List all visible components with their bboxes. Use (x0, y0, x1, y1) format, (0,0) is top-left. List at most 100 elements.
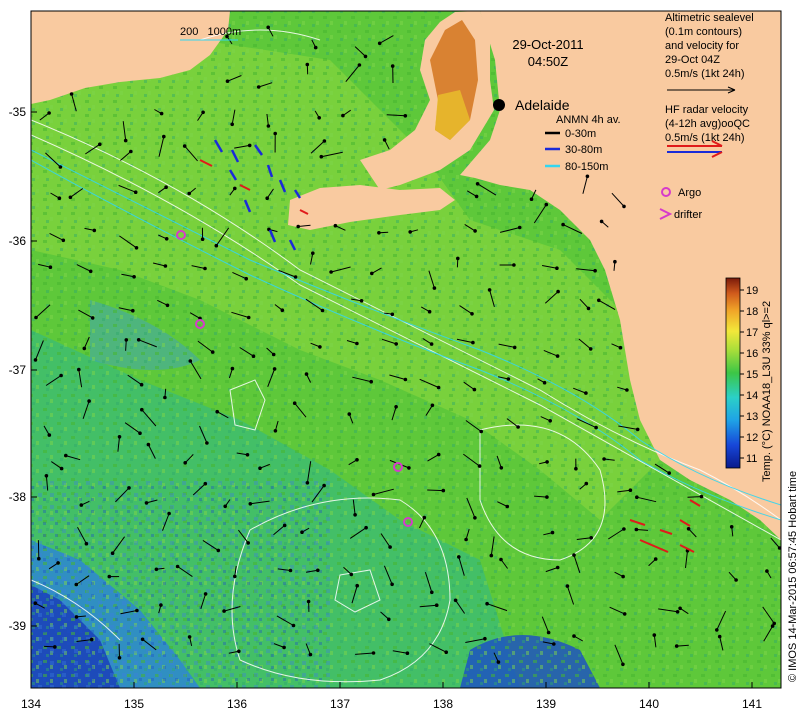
velocity-arrow-head (140, 383, 144, 387)
anmn-item-1: 30-80m (565, 144, 602, 156)
velocity-arrow-head (718, 635, 722, 639)
velocity-arrow-head (476, 182, 480, 186)
velocity-arrow-head (593, 269, 597, 273)
velocity-arrow-head (587, 307, 591, 311)
velocity-arrow-head (69, 196, 73, 200)
x-tick-label: 135 (124, 697, 144, 711)
velocity-arrow-head (364, 55, 368, 59)
velocity-arrow-head (404, 114, 408, 118)
velocity-arrow-head (249, 502, 253, 506)
velocity-arrow-head (62, 239, 66, 243)
velocity-arrow-head (485, 602, 489, 606)
velocity-arrow-head (138, 431, 142, 435)
sst-map-svg: 134135136137138139140141 -35-36-37-38-39… (0, 0, 800, 720)
velocity-arrow-head (309, 653, 313, 657)
velocity-arrow-head (635, 528, 639, 532)
copyright-footer: © IMOS 14-Mar-2015 06:57:45 Hobart time (787, 471, 799, 682)
velocity-arrow-head (364, 526, 368, 530)
velocity-arrow-head (176, 565, 180, 569)
y-tick-label: -37 (9, 363, 27, 377)
hf-line-3: 0.5m/s (1kt 24h) (665, 132, 744, 144)
velocity-arrow-head (600, 220, 604, 224)
velocity-arrow-head (145, 501, 149, 505)
velocity-arrow-head (217, 549, 221, 553)
velocity-arrow-head (167, 512, 171, 516)
velocity-arrow-head (667, 471, 671, 475)
velocity-arrow-head (430, 342, 434, 346)
velocity-arrow-head (456, 257, 460, 261)
velocity-arrow-head (306, 481, 310, 485)
y-tick-label: -36 (9, 234, 27, 248)
x-tick-label: 136 (227, 697, 247, 711)
velocity-arrow-head (85, 542, 89, 546)
velocity-arrow-head (700, 495, 704, 499)
velocity-arrow-head (518, 226, 522, 230)
velocity-arrow-head (543, 381, 547, 385)
velocity-arrow-head (572, 634, 576, 638)
velocity-arrow-head (478, 464, 482, 468)
velocity-arrow-head (77, 368, 81, 372)
colorbar-tick-label: 15 (746, 369, 758, 381)
velocity-arrow-head (715, 628, 719, 632)
velocity-arrow-head (584, 391, 588, 395)
velocity-arrow-head (75, 583, 79, 587)
anmn-title: ANMN 4h av. (556, 114, 621, 126)
velocity-arrow-head (636, 428, 640, 432)
velocity-arrow-head (201, 111, 205, 115)
x-tick-label: 137 (330, 697, 350, 711)
velocity-arrow-head (83, 347, 87, 351)
velocity-arrow-head (430, 591, 434, 595)
velocity-arrow-head (248, 144, 252, 148)
velocity-arrow-head (317, 116, 321, 120)
velocity-arrow-head (473, 388, 477, 392)
velocity-arrow-head (252, 354, 256, 358)
velocity-arrow-head (300, 530, 304, 534)
colorbar-tick-label: 11 (746, 453, 757, 465)
velocity-arrow-head (131, 309, 135, 313)
velocity-arrow-head (233, 187, 237, 191)
velocity-arrow-head (556, 566, 560, 570)
velocity-arrow-head (589, 347, 593, 351)
velocity-arrow-head (457, 555, 461, 559)
velocity-arrow-head (500, 466, 504, 470)
velocity-arrow-head (512, 263, 516, 267)
velocity-arrow-head (499, 558, 503, 562)
velocity-arrow-head (675, 644, 679, 648)
colorbar-gradient (726, 278, 740, 468)
velocity-arrow-head (282, 646, 286, 650)
velocity-arrow-head (183, 144, 187, 148)
velocity-arrow-head (283, 524, 287, 528)
velocity-arrow-head (166, 304, 170, 308)
velocity-arrow-head (267, 124, 271, 128)
velocity-arrow-head (473, 229, 477, 233)
velocity-arrow-head (165, 237, 169, 241)
velocity-arrow-head (619, 346, 623, 350)
velocity-arrow-head (47, 111, 51, 115)
altimetry-line-4: 29-Oct 04Z (665, 54, 720, 66)
x-tick-label: 134 (21, 697, 41, 711)
velocity-arrow-head (473, 516, 477, 520)
velocity-arrow-head (56, 561, 60, 565)
velocity-arrow-head (75, 615, 79, 619)
velocity-arrow-head (87, 399, 91, 403)
velocity-arrow-head (585, 482, 589, 486)
velocity-arrow-head (305, 372, 309, 376)
velocity-arrow-head (635, 495, 639, 499)
velocity-arrow-head (613, 260, 617, 264)
velocity-arrow-head (507, 377, 511, 381)
velocity-arrow-head (442, 489, 446, 493)
velocity-arrow-head (771, 624, 775, 628)
velocity-arrow-head (431, 404, 435, 408)
velocity-arrow-head (118, 435, 122, 439)
velocity-arrow-head (201, 237, 205, 241)
velocity-arrow-head (237, 650, 241, 654)
velocity-arrow-head (497, 660, 501, 664)
velocity-arrow-head (118, 656, 122, 660)
velocity-arrow-head (653, 633, 657, 637)
velocity-arrow-head (621, 575, 625, 579)
altimetry-line-3: and velocity for (665, 40, 739, 52)
colorbar-tick-label: 17 (746, 327, 758, 339)
velocity-arrow-head (372, 493, 376, 497)
velocity-arrow-head (162, 135, 166, 139)
velocity-arrow-head (391, 313, 395, 317)
